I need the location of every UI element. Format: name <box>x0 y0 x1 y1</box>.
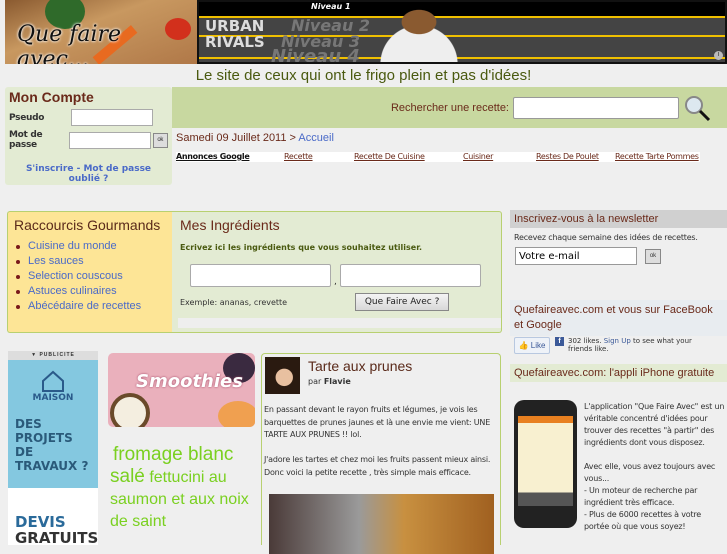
newsletter-text: Recevez chaque semaine des idées de rece… <box>514 233 698 242</box>
account-title: Mon Compte <box>9 89 94 105</box>
signup-link[interactable]: Sign Up <box>604 337 631 345</box>
shortcut-link[interactable]: Cuisine du monde <box>14 239 166 254</box>
recipe-author[interactable]: Flavie <box>324 377 351 386</box>
search-label: Rechercher une recette: <box>390 101 509 114</box>
by-label: par <box>308 377 324 386</box>
newsletter-title: Inscrivez-vous à la newsletter <box>510 210 727 228</box>
ad-brand: MAISON <box>32 393 74 403</box>
featured-recipe-card: Tarte aux prunes par Flavie En passant d… <box>261 353 501 554</box>
password-label: Mot de passe <box>9 130 43 150</box>
facebook-icon: f <box>555 337 564 346</box>
search-bar: Rechercher une recette: <box>172 87 727 128</box>
banner-level-1: Niveau 1 <box>311 2 351 11</box>
register-link[interactable]: S'inscrire <box>26 164 74 174</box>
newsletter-ok-button[interactable]: ok <box>645 248 661 264</box>
maison-ad[interactable]: ▼ PUBLICITE MAISON DES PROJETS DE TRAVAU… <box>8 351 98 545</box>
tag-cloud: fromage blanc salé fettucini au saumon e… <box>110 444 260 533</box>
iphone-image[interactable] <box>514 400 577 528</box>
banner-brand: URBAN RIVALS <box>205 17 265 51</box>
account-panel: Mon Compte Pseudo Mot de passe ok S'inscr… <box>5 87 172 185</box>
logo-text: Que faire avec... <box>17 22 122 64</box>
google-ads-links: Annonces Google Recette Recette De Cuisi… <box>176 152 700 162</box>
author-avatar[interactable] <box>265 357 300 394</box>
pseudo-label: Pseudo <box>9 112 45 123</box>
magnifier-icon[interactable] <box>683 94 711 122</box>
comma: , <box>334 277 337 287</box>
ingredients-title: Mes Ingrédients <box>180 217 280 233</box>
iphone-description: L'application "Que Faire Avec" est un vé… <box>584 402 725 531</box>
shortcut-link[interactable]: Abécédaire de recettes <box>14 299 166 314</box>
ad-gratuits: GRATUITS <box>15 529 98 545</box>
smoothies-label: Smoothies <box>136 371 243 392</box>
shortcut-link[interactable]: Les sauces <box>14 254 166 269</box>
iphone-title: Quefaireavec.com: l'appli iPhone gratuit… <box>510 364 727 382</box>
que-faire-avec-button[interactable]: Que Faire Avec ? <box>355 293 450 311</box>
smoothies-banner[interactable]: Smoothies <box>108 353 255 427</box>
newsletter-section: Inscrivez-vous à la newsletter Recevez c… <box>510 210 727 265</box>
divider <box>178 318 501 328</box>
ad-link[interactable]: Restes De Poulet <box>536 152 599 161</box>
shortcut-link[interactable]: Selection couscous <box>14 269 166 284</box>
password-input[interactable] <box>68 131 151 149</box>
tagline: Le site de ceux qui ont le frigo plein e… <box>195 67 532 84</box>
info-icon[interactable]: i <box>714 51 723 60</box>
site-logo[interactable]: Que faire avec... <box>5 0 197 64</box>
recipe-photo[interactable] <box>269 494 494 554</box>
facebook-like-button[interactable]: 👍 Like <box>514 337 550 354</box>
like-label: Like <box>530 341 546 350</box>
banner-level-4: Niveau 4 <box>271 46 360 64</box>
ad-link[interactable]: Recette <box>284 152 313 161</box>
ad-question: DES PROJETS DE TRAVAUX ? <box>15 417 89 473</box>
tag-link[interactable]: salé <box>110 466 145 487</box>
example-text: Exemple: ananas, crevette <box>180 297 288 307</box>
ad-link[interactable]: Cuisiner <box>463 152 493 161</box>
current-date: Samedi 09 Juillet 2011 <box>176 132 287 144</box>
breadcrumb: Samedi 09 Juillet 2011 > Accueil <box>176 132 334 144</box>
likes-count: 302 likes. <box>568 337 602 345</box>
breadcrumb-home[interactable]: Accueil <box>298 132 333 144</box>
ad-link[interactable]: Recette Tarte Pommes <box>615 152 699 161</box>
ingredients-panel: Mes Ingrédients Ecrivez ici les ingrédie… <box>172 211 502 333</box>
breadcrumb-separator: > <box>286 132 299 144</box>
email-input[interactable] <box>515 247 637 265</box>
ingredient-2-input[interactable] <box>339 264 481 287</box>
shortcuts-panel: Raccourcis Gourmands Cuisine du monde Le… <box>7 211 172 333</box>
pseudo-input[interactable] <box>71 109 153 126</box>
ad-label: ▼ PUBLICITE <box>8 351 98 360</box>
shortcuts-title: Raccourcis Gourmands <box>14 217 161 233</box>
tag-link[interactable]: fromage blanc <box>110 444 260 466</box>
urban-rivals-ad-banner[interactable]: Niveau 1 Niveau 2 Niveau 3 Niveau 4 URBA… <box>197 0 727 64</box>
shortcut-link[interactable]: Astuces culinaires <box>14 284 166 299</box>
recipe-title[interactable]: Tarte aux prunes <box>308 358 412 374</box>
facebook-title: Quefaireavec.com et vous sur FaceBook et… <box>510 300 727 336</box>
facebook-section: Quefaireavec.com et vous sur FaceBook et… <box>510 300 727 355</box>
separator: - <box>73 164 84 174</box>
ads-header[interactable]: Annonces Google <box>176 152 250 161</box>
character-image <box>359 4 479 62</box>
house-icon <box>42 370 64 392</box>
login-ok-button[interactable]: ok <box>152 132 168 148</box>
ingredient-1-input[interactable] <box>190 264 331 287</box>
ad-link[interactable]: Recette De Cuisine <box>354 152 425 161</box>
ad-devis: DEVIS <box>15 513 66 531</box>
recipe-intro: En passant devant le rayon fruits et lég… <box>264 405 491 477</box>
iphone-app-section: Quefaireavec.com: l'appli iPhone gratuit… <box>510 364 727 531</box>
ingredients-hint: Ecrivez ici les ingrédients que vous sou… <box>180 243 423 252</box>
search-input[interactable] <box>513 96 679 119</box>
